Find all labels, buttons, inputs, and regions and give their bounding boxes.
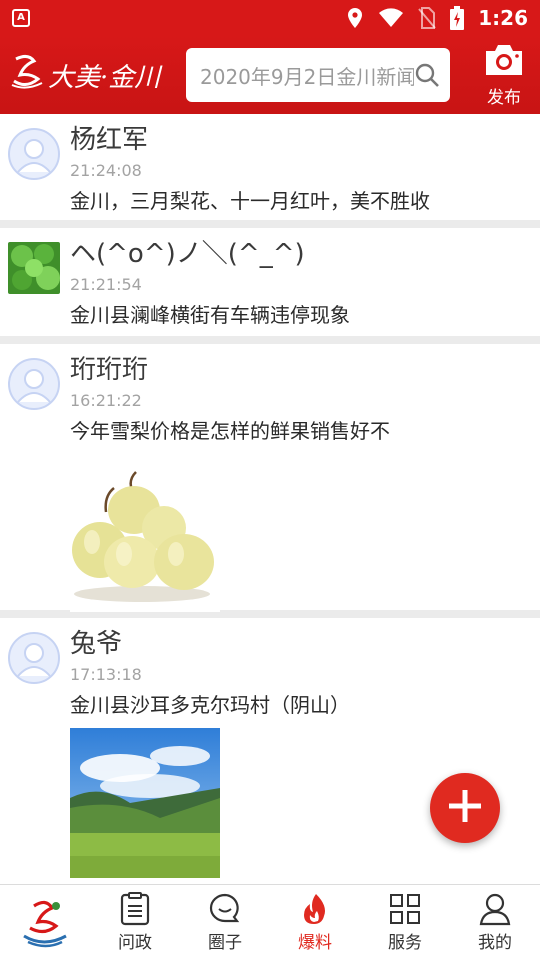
grid-icon	[388, 892, 422, 926]
search-placeholder: 2020年9月2日金川新闻	[200, 64, 414, 89]
flame-icon	[298, 892, 332, 926]
status-time: 1:26	[478, 6, 528, 30]
post-content[interactable]: 金川县澜峰横街有车辆违停现象	[70, 300, 540, 330]
logo-text: 大美·金川	[48, 62, 161, 93]
post-time: 16:21:22	[70, 391, 142, 410]
nav-item-wode[interactable]: 我的	[450, 885, 540, 960]
jinchuan-logo-icon	[20, 896, 70, 950]
nav-home-logo[interactable]	[0, 885, 90, 960]
avatar[interactable]	[8, 358, 60, 410]
post-image-pears[interactable]	[70, 462, 220, 612]
clipboard-icon	[118, 892, 152, 926]
avatar[interactable]	[8, 632, 60, 684]
app-header: 大美·金川 2020年9月2日金川新闻 发布	[0, 36, 540, 114]
camera-icon	[483, 43, 525, 81]
post-time: 17:13:18	[70, 665, 142, 684]
nav-label: 服务	[388, 933, 422, 953]
post-content[interactable]: 金川县沙耳多克尔玛村（阴山）	[70, 690, 540, 720]
bottom-nav: 问政 圈子 爆料 服务 我的	[0, 884, 540, 960]
status-bar: A 1:26	[0, 0, 540, 36]
post-time: 21:21:54	[70, 275, 142, 294]
post-feed[interactable]: 杨红军 21:24:08 金川，三月梨花、十一月红叶，美不胜收 ヘ(^o^)ノ＼…	[0, 114, 540, 884]
user-icon	[478, 892, 512, 926]
feed-post[interactable]: ヘ(^o^)ノ＼(^_^) 21:21:54 金川县澜峰横街有车辆违停现象	[0, 228, 540, 344]
nav-label: 爆料	[298, 933, 332, 953]
post-username[interactable]: 杨红军	[70, 122, 540, 158]
feed-post[interactable]: 兔爷 17:13:18 金川县沙耳多克尔玛村（阴山）	[0, 618, 540, 884]
nav-label: 我的	[478, 933, 512, 953]
nav-item-baoliao[interactable]: 爆料	[270, 885, 360, 960]
plus-icon	[447, 788, 483, 828]
avatar[interactable]	[8, 242, 60, 294]
app-logo: 大美·金川	[10, 45, 180, 105]
location-icon	[346, 7, 364, 29]
post-content[interactable]: 金川，三月梨花、十一月红叶，美不胜收	[70, 186, 540, 216]
search-icon[interactable]	[414, 62, 440, 88]
post-image-landscape[interactable]	[70, 728, 220, 878]
add-post-button[interactable]	[430, 773, 500, 843]
chat-bubble-icon	[208, 892, 242, 926]
post-username[interactable]: ヘ(^o^)ノ＼(^_^)	[70, 236, 540, 272]
search-input[interactable]: 2020年9月2日金川新闻	[186, 48, 450, 102]
publish-button[interactable]: 发布	[472, 43, 536, 108]
post-username[interactable]: 兔爷	[70, 626, 540, 662]
nav-item-wenzheng[interactable]: 问政	[90, 885, 180, 960]
avatar[interactable]	[8, 128, 60, 180]
feed-post[interactable]: 杨红军 21:24:08 金川，三月梨花、十一月红叶，美不胜收	[0, 114, 540, 228]
post-content[interactable]: 今年雪梨价格是怎样的鲜果销售好不	[70, 416, 540, 446]
post-username[interactable]: 珩珩珩	[70, 352, 540, 388]
post-time: 21:24:08	[70, 161, 142, 180]
no-sim-icon	[418, 7, 437, 29]
feed-post[interactable]: 珩珩珩 16:21:22 今年雪梨价格是怎样的鲜果销售好不	[0, 344, 540, 618]
wifi-icon	[378, 8, 404, 28]
app-notification-icon: A	[12, 9, 30, 27]
nav-item-fuwu[interactable]: 服务	[360, 885, 450, 960]
publish-label: 发布	[487, 87, 521, 108]
nav-label: 圈子	[208, 933, 242, 953]
nav-label: 问政	[118, 933, 152, 953]
battery-charging-icon	[450, 6, 465, 30]
nav-item-quanzi[interactable]: 圈子	[180, 885, 270, 960]
logo-mark-icon	[10, 51, 44, 100]
